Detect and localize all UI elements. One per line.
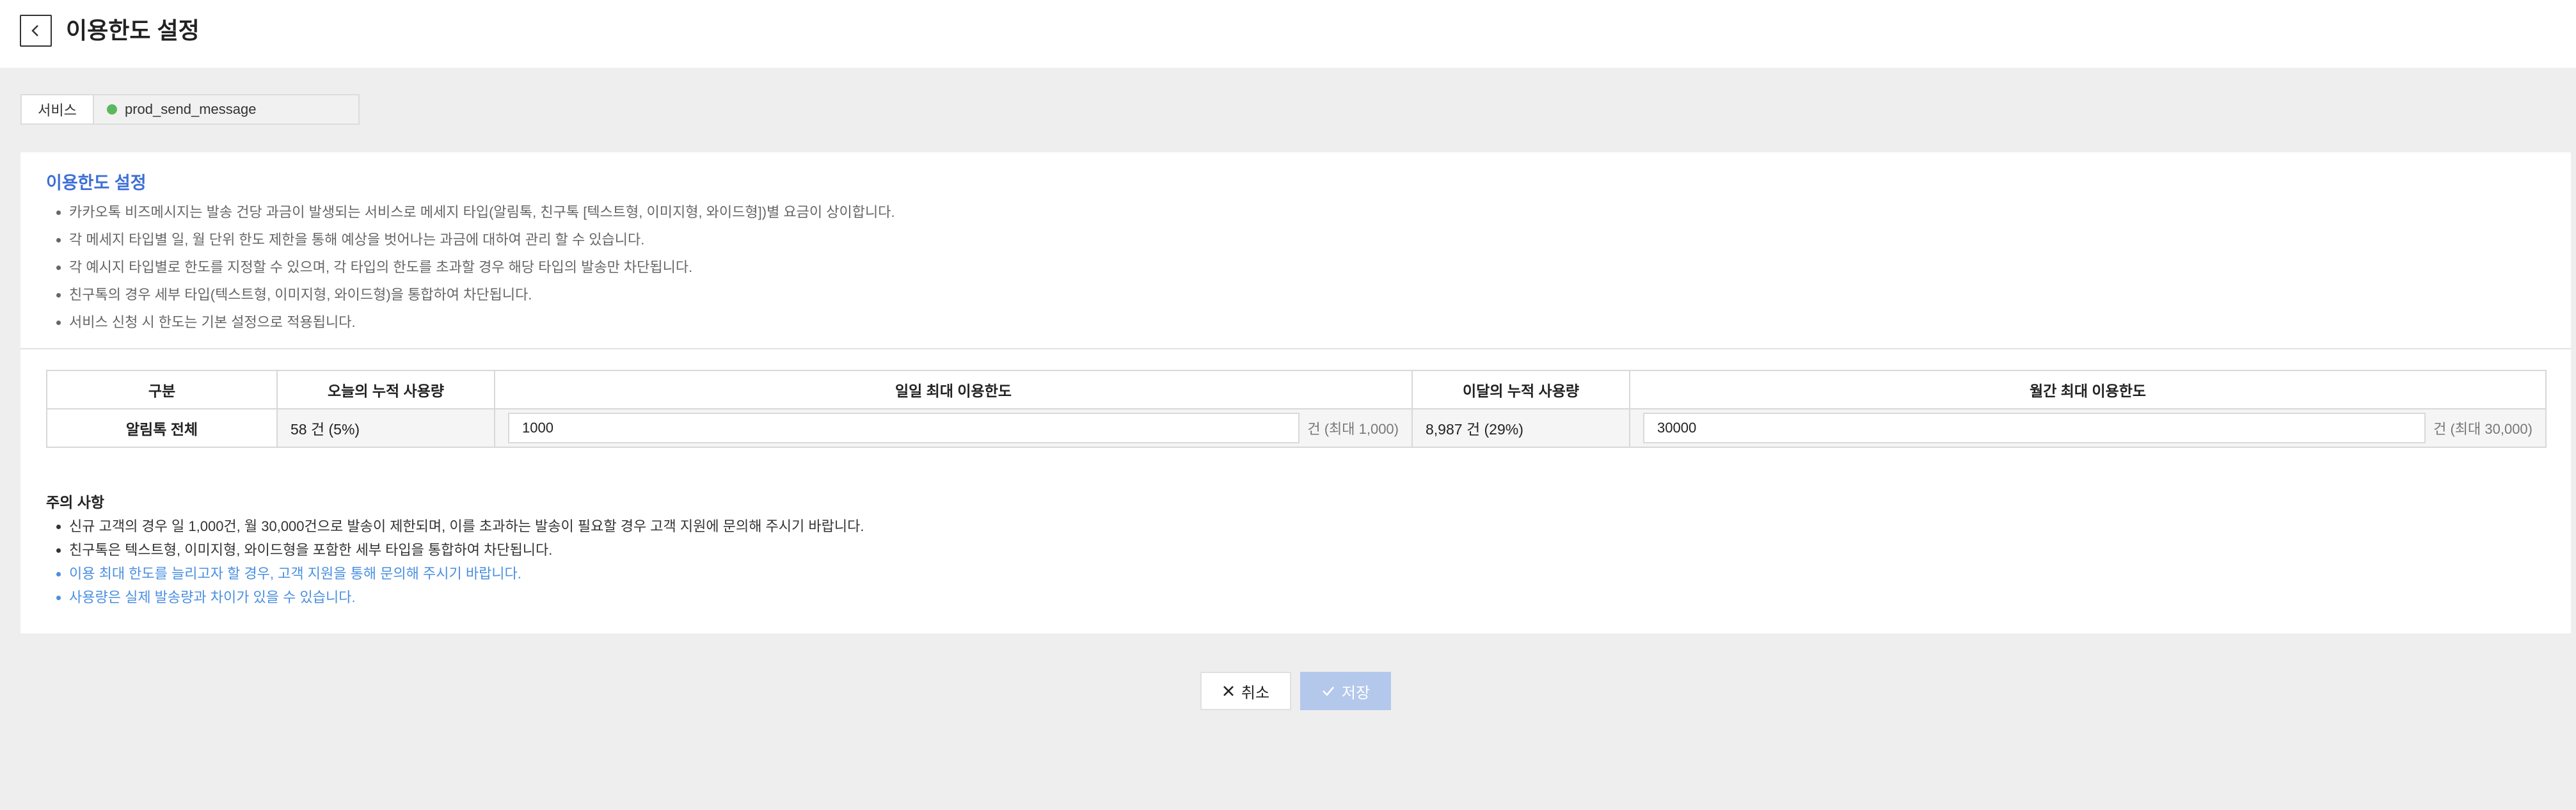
page-header: 이용한도 설정 bbox=[0, 0, 2576, 68]
usage-limit-table: 구분 오늘의 누적 사용량 일일 최대 이용한도 이달의 누적 사용량 월간 최… bbox=[46, 370, 2547, 448]
note-item: 신규 고객의 경우 일 1,000건, 월 30,000건으로 발송이 제한되며… bbox=[69, 514, 864, 538]
status-dot-icon bbox=[107, 104, 117, 115]
monthly-limit-max-label: 건 (최대 30,000) bbox=[2433, 421, 2532, 437]
month-usage-value: 8,987 건 (29%) bbox=[1411, 408, 1630, 448]
today-usage-value: 58 건 (5%) bbox=[276, 408, 495, 448]
column-header-category: 구분 bbox=[46, 370, 278, 409]
monthly-limit-cell: 건 (최대 30,000) bbox=[1629, 408, 2547, 448]
check-icon bbox=[1321, 685, 1335, 697]
back-button[interactable] bbox=[20, 15, 52, 47]
save-button-label: 저장 bbox=[1341, 684, 1371, 702]
close-icon bbox=[1222, 685, 1235, 697]
column-header-daily-limit: 일일 최대 이용한도 bbox=[494, 370, 1413, 409]
note-item-highlight: 이용 최대 한도를 늘리고자 할 경우, 고객 지원을 통해 문의해 주시기 바… bbox=[69, 562, 864, 585]
cancel-button[interactable]: 취소 bbox=[1200, 672, 1291, 710]
row-category: 알림톡 전체 bbox=[46, 408, 278, 448]
info-item: 각 메세지 타입별 일, 월 단위 한도 제한을 통해 예상을 벗어나는 과금에… bbox=[69, 226, 895, 253]
info-item: 친구톡의 경우 세부 타입(텍스트형, 이미지형, 와이드형)을 통합하여 차단… bbox=[69, 281, 895, 308]
note-item: 친구톡은 텍스트형, 이미지형, 와이드형을 포함한 세부 타입을 통합하여 차… bbox=[69, 538, 864, 562]
daily-limit-input[interactable] bbox=[508, 413, 1300, 443]
service-label: 서비스 bbox=[20, 94, 94, 125]
notes-list: 신규 고객의 경우 일 1,000건, 월 30,000건으로 발송이 제한되며… bbox=[46, 514, 864, 609]
info-item: 각 예시지 타입별로 한도를 지정할 수 있으며, 각 타입의 한도를 초과할 … bbox=[69, 253, 895, 281]
limit-settings-panel: 이용한도 설정 카카오톡 비즈메시지는 발송 건당 과금이 발생되는 서비스로 … bbox=[20, 152, 2571, 633]
daily-limit-max-label: 건 (최대 1,000) bbox=[1307, 421, 1399, 437]
table-row: 알림톡 전체 58 건 (5%) 건 (최대 1,000) 8,987 건 (2… bbox=[46, 408, 2547, 448]
table-header-row: 구분 오늘의 누적 사용량 일일 최대 이용한도 이달의 누적 사용량 월간 최… bbox=[46, 370, 2547, 409]
notes-title: 주의 사항 bbox=[46, 494, 105, 511]
service-name: prod_send_message bbox=[125, 101, 257, 117]
section-divider bbox=[20, 348, 2571, 349]
chevron-left-icon bbox=[29, 24, 43, 38]
info-item: 카카오톡 비즈메시지는 발송 건당 과금이 발생되는 서비스로 메세지 타입(알… bbox=[69, 198, 895, 226]
monthly-limit-input[interactable] bbox=[1643, 413, 2426, 443]
info-item: 서비스 신청 시 한도는 기본 설정으로 적용됩니다. bbox=[69, 308, 895, 336]
cancel-button-label: 취소 bbox=[1241, 684, 1270, 702]
column-header-today-usage: 오늘의 누적 사용량 bbox=[276, 370, 495, 409]
column-header-monthly-limit: 월간 최대 이용한도 bbox=[1629, 370, 2547, 409]
service-selector[interactable]: prod_send_message bbox=[94, 94, 360, 125]
note-item-highlight: 사용량은 실제 발송량과 차이가 있을 수 있습니다. bbox=[69, 585, 864, 609]
info-list: 카카오톡 비즈메시지는 발송 건당 과금이 발생되는 서비스로 메세지 타입(알… bbox=[46, 198, 895, 336]
daily-limit-cell: 건 (최대 1,000) bbox=[494, 408, 1413, 448]
column-header-month-usage: 이달의 누적 사용량 bbox=[1411, 370, 1630, 409]
info-section-title: 이용한도 설정 bbox=[46, 173, 147, 193]
page-title: 이용한도 설정 bbox=[66, 17, 200, 44]
save-button[interactable]: 저장 bbox=[1300, 672, 1391, 710]
